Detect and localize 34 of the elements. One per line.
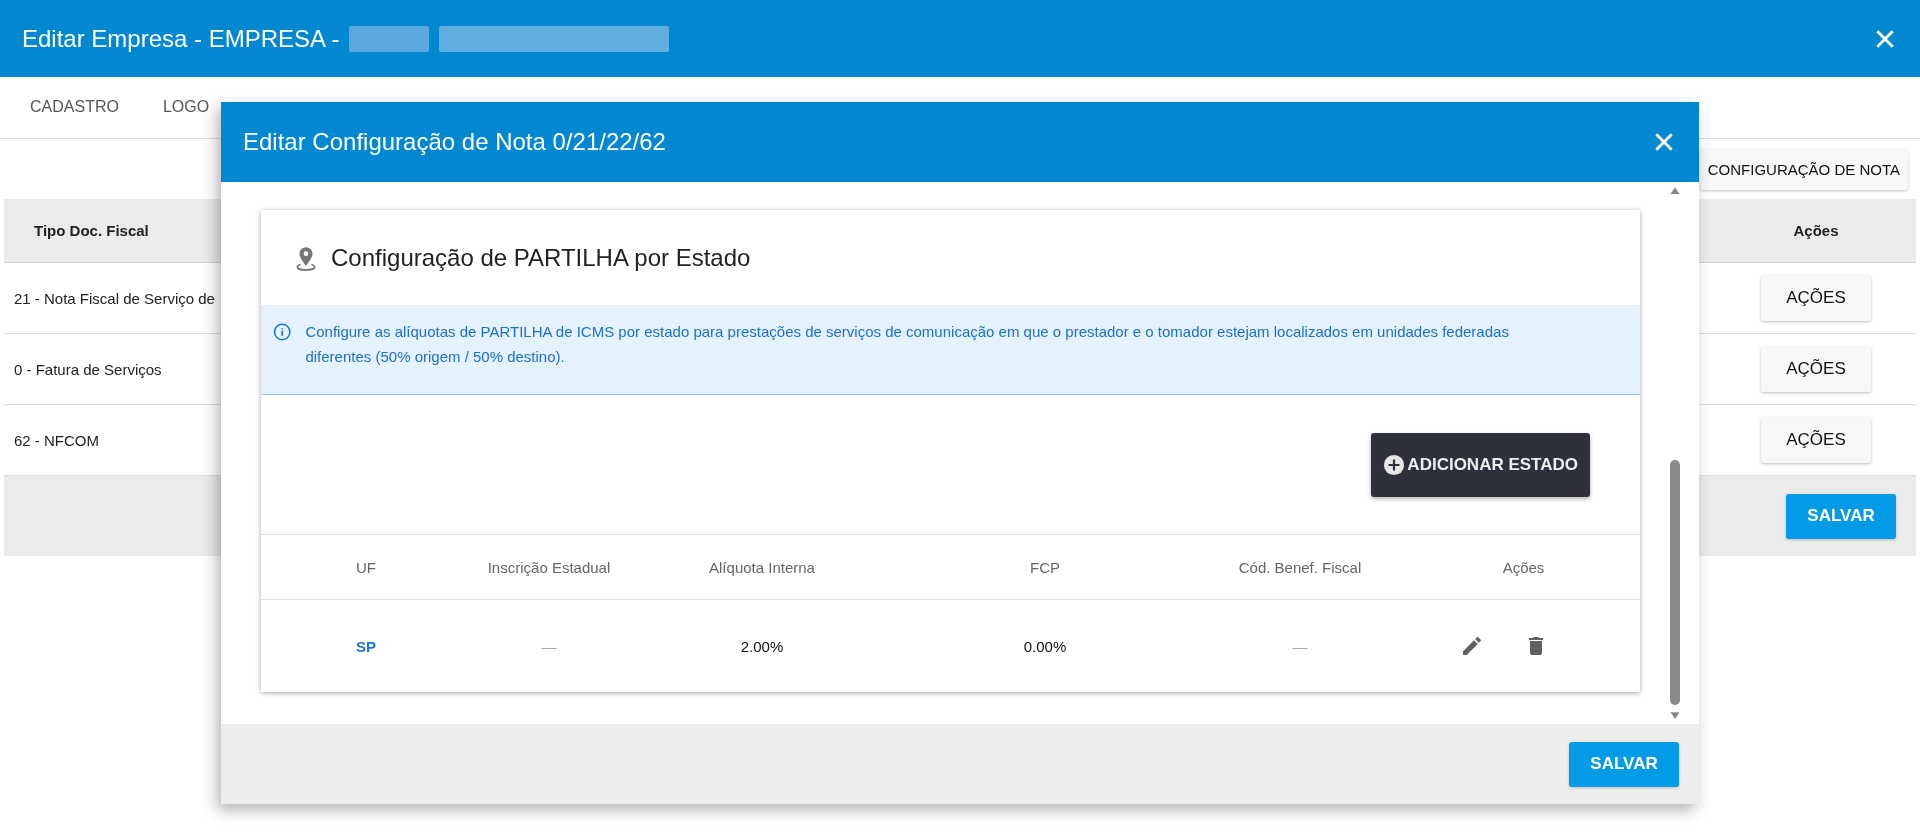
table-cell-text: 62 - NFCOM <box>13 431 100 449</box>
actions-button[interactable]: AÇÕES <box>1761 275 1871 321</box>
actions-button[interactable]: AÇÕES <box>1761 417 1871 463</box>
column-header: UF <box>355 558 377 576</box>
state-link[interactable]: SP <box>261 637 471 655</box>
window-title: Editar Empresa - EMPRESA - <box>22 24 340 53</box>
table-cell-text: 2.00% <box>739 637 785 655</box>
add-state-button[interactable]: ADICIONAR ESTADO <box>1371 432 1590 497</box>
table-cell-text: — <box>540 637 558 655</box>
actions-button[interactable]: AÇÕES <box>1761 346 1871 392</box>
info-text: Configure as alíquotas de PARTILHA de ICMS por estado para prestações de serviços de comunicação em que o prestador e o tomador estejam localizados em unidades federadas diferentes (50% origem / 50% destino). <box>305 322 1510 367</box>
info-icon <box>273 321 292 343</box>
table-cell-text: — <box>1291 637 1309 655</box>
close-icon[interactable] <box>1876 29 1894 48</box>
table-cell-text: 21 - Nota Fiscal de Serviço de <box>13 289 216 307</box>
tab[interactable]: CADASTRO <box>8 77 141 138</box>
column-header: Inscrição Estadual <box>486 558 612 576</box>
table-cell-text: 0.00% <box>1022 637 1068 655</box>
note-config-button[interactable]: CONFIGURAÇÃO DE NOTA <box>1699 148 1908 190</box>
table-cell-text: 0 - Fatura de Serviços <box>13 360 163 378</box>
close-icon[interactable] <box>1655 133 1673 151</box>
card-title: Configuração de PARTILHA por Estado <box>331 243 751 272</box>
column-header: Alíquota Interna <box>708 558 816 576</box>
dialog-title: Editar Configuração de Nota 0/21/22/62 <box>243 128 666 156</box>
scroll-up-arrow-icon[interactable] <box>1669 186 1681 195</box>
tab[interactable]: LOGO <box>140 77 232 138</box>
column-header: FCP <box>1029 558 1061 576</box>
column-header: Ações <box>1501 558 1546 576</box>
scrollbar-thumb[interactable] <box>1670 460 1680 705</box>
plus-icon <box>1383 453 1406 476</box>
column-header: Cód. Benef. Fiscal <box>1237 558 1363 576</box>
column-header: Ações <box>1792 222 1840 239</box>
column-header: Tipo Doc. Fiscal <box>33 222 150 239</box>
scroll-down-arrow-icon[interactable] <box>1669 711 1681 720</box>
